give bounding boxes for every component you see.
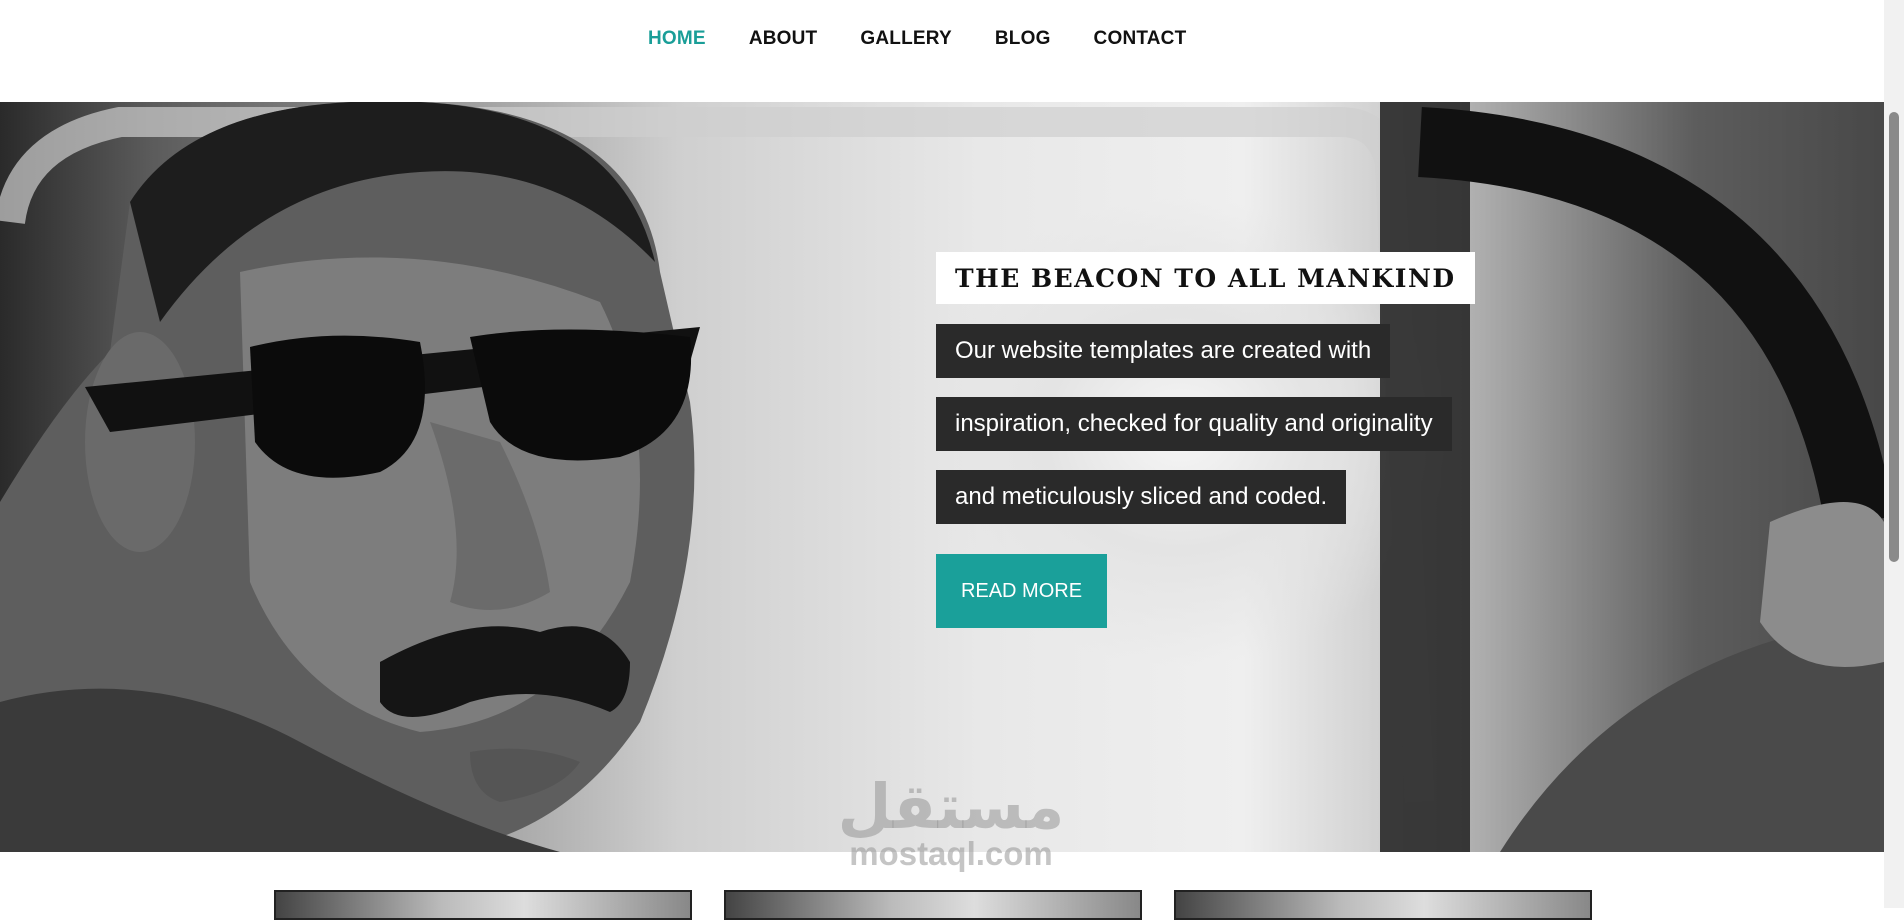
nav-item-home[interactable]: HOME: [648, 28, 706, 50]
gallery-thumbnail-3[interactable]: [1174, 890, 1592, 920]
gallery-thumbnail-2[interactable]: [724, 890, 1142, 920]
gallery-thumbnail-1[interactable]: [274, 890, 692, 920]
read-more-button[interactable]: READ MORE: [936, 554, 1107, 628]
vertical-scrollbar[interactable]: [1884, 0, 1904, 908]
nav-item-contact[interactable]: CONTACT: [1094, 28, 1187, 50]
nav-link-gallery[interactable]: GALLERY: [860, 28, 951, 49]
hero-description-line-1: Our website templates are created with: [936, 324, 1391, 378]
hero-title: THE BEACON TO ALL MANKIND: [936, 252, 1475, 304]
nav-menu: HOME ABOUT GALLERY BLOG CONTACT: [648, 28, 1229, 50]
watermark-logo: مستقل mostaql.com: [836, 775, 1066, 871]
nav-link-about[interactable]: ABOUT: [749, 28, 818, 49]
watermark-latin: mostaql.com: [849, 835, 1053, 872]
hero-description-line-3: and meticulously sliced and coded.: [936, 470, 1347, 524]
nav-link-home[interactable]: HOME: [648, 28, 706, 49]
nav-item-gallery[interactable]: GALLERY: [860, 28, 951, 50]
nav-link-contact[interactable]: CONTACT: [1094, 28, 1187, 49]
nav-item-about[interactable]: ABOUT: [749, 28, 818, 50]
watermark-arabic: مستقل: [837, 770, 1065, 843]
hero-description-line-2: inspiration, checked for quality and ori…: [936, 397, 1452, 451]
hero-banner: THE BEACON TO ALL MANKIND Our website te…: [0, 102, 1884, 852]
nav-link-blog[interactable]: BLOG: [995, 28, 1051, 49]
main-navigation: HOME ABOUT GALLERY BLOG CONTACT: [0, 0, 1884, 102]
nav-item-blog[interactable]: BLOG: [995, 28, 1051, 50]
scrollbar-thumb[interactable]: [1889, 112, 1899, 562]
